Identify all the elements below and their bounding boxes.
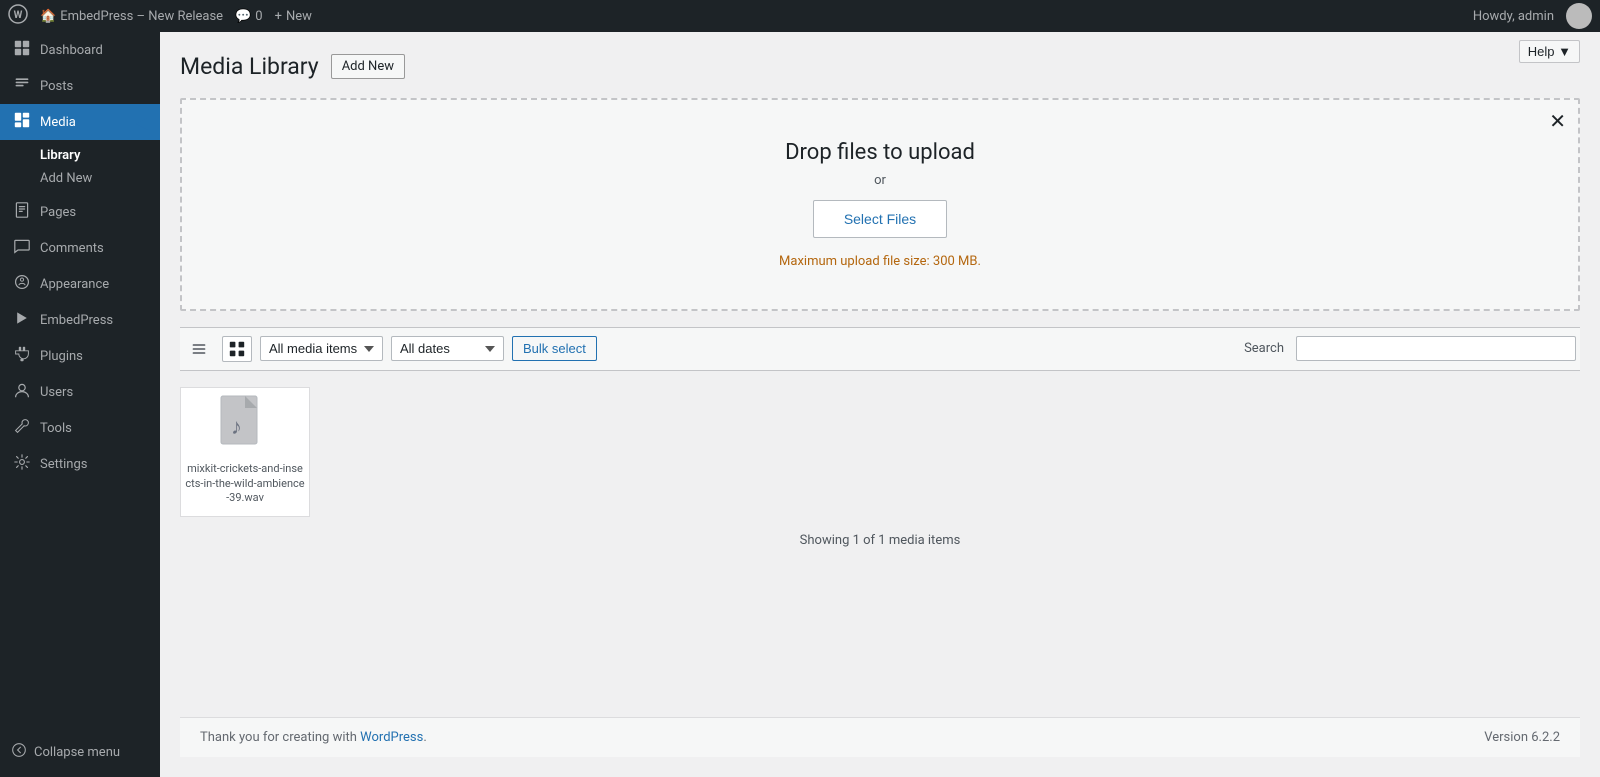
- tools-icon: [12, 418, 32, 438]
- help-button[interactable]: Help ▼: [1519, 40, 1580, 63]
- media-type-filter[interactable]: All media items Images Audio Video Docum…: [260, 336, 383, 361]
- appearance-label: Appearance: [40, 277, 109, 292]
- media-toolbar: All media items Images Audio Video Docum…: [180, 327, 1580, 371]
- help-label: Help ▼: [1528, 44, 1571, 59]
- topbar: W 🏠 EmbedPress – New Release 💬 0 + New H…: [0, 0, 1600, 32]
- select-files-button[interactable]: Select Files: [813, 200, 947, 238]
- comments-icon: 💬: [235, 9, 251, 24]
- svg-text:♪: ♪: [231, 414, 242, 439]
- site-name-text: EmbedPress – New Release: [60, 9, 223, 24]
- upload-max-size: Maximum upload file size: 300 MB.: [202, 254, 1558, 269]
- version-text: Version 6.2.2: [1484, 730, 1560, 745]
- media-icon: [12, 112, 32, 132]
- dashboard-icon: [12, 40, 32, 60]
- sidebar-sub-library[interactable]: Library: [32, 144, 160, 167]
- media-count: Showing 1 of 1 media items: [180, 533, 1580, 548]
- media-grid: ♪ mixkit-crickets-and-insects-in-the-wil…: [180, 387, 1580, 517]
- grid-view-button[interactable]: [222, 336, 252, 362]
- search-label: Search: [1244, 341, 1284, 356]
- media-submenu: Library Add New: [0, 140, 160, 194]
- howdy-text: Howdy, admin: [1473, 9, 1554, 24]
- page-footer: Thank you for creating with WordPress. V…: [180, 717, 1580, 757]
- list-view-button[interactable]: [184, 336, 214, 362]
- sidebar-item-tools[interactable]: Tools: [0, 410, 160, 446]
- plugins-icon: [12, 346, 32, 366]
- media-label: Media: [40, 115, 76, 130]
- upload-close-button[interactable]: ✕: [1549, 112, 1566, 132]
- wp-logo-icon[interactable]: W: [8, 4, 28, 29]
- svg-text:W: W: [14, 10, 23, 21]
- appearance-icon: [12, 274, 32, 294]
- home-icon: 🏠: [40, 9, 56, 24]
- new-link[interactable]: + New: [275, 9, 312, 24]
- footer-text: Thank you for creating with WordPress.: [200, 730, 427, 745]
- media-arrow-icon: ◀: [136, 113, 148, 132]
- audio-file-icon: ♪: [219, 394, 271, 458]
- wordpress-link[interactable]: WordPress: [360, 730, 423, 745]
- sidebar-item-settings[interactable]: Settings: [0, 446, 160, 482]
- pages-label: Pages: [40, 205, 76, 220]
- media-item-filename: mixkit-crickets-and-insects-in-the-wild-…: [181, 458, 309, 509]
- upload-or-text: or: [202, 173, 1558, 188]
- sidebar-item-posts[interactable]: Posts: [0, 68, 160, 104]
- sidebar-sub-add-new[interactable]: Add New: [32, 167, 160, 190]
- sidebar-item-users[interactable]: Users: [0, 374, 160, 410]
- users-icon: [12, 382, 32, 402]
- footer-suffix: .: [423, 730, 426, 745]
- collapse-label: Collapse menu: [34, 745, 120, 760]
- collapse-menu[interactable]: Collapse menu: [0, 735, 160, 769]
- tools-label: Tools: [40, 421, 72, 436]
- date-filter[interactable]: All dates January 2024: [391, 336, 504, 361]
- sidebar-item-embedpress[interactable]: EmbedPress: [0, 302, 160, 338]
- sidebar-item-plugins[interactable]: Plugins: [0, 338, 160, 374]
- page-header: Media Library Add New: [180, 52, 1580, 82]
- posts-label: Posts: [40, 79, 73, 94]
- embedpress-icon: [12, 310, 32, 330]
- add-new-button[interactable]: Add New: [331, 54, 405, 79]
- embedpress-label: EmbedPress: [40, 313, 113, 328]
- dashboard-label: Dashboard: [40, 43, 103, 58]
- search-input[interactable]: [1296, 336, 1576, 361]
- new-label: New: [286, 9, 312, 24]
- comments-link[interactable]: 💬 0: [235, 9, 263, 24]
- upload-title: Drop files to upload: [202, 140, 1558, 165]
- settings-icon: [12, 454, 32, 474]
- plus-icon: +: [275, 9, 282, 24]
- sidebar-item-appearance[interactable]: Appearance: [0, 266, 160, 302]
- sidebar: Dashboard Posts Media ◀ Library Add New …: [0, 32, 160, 777]
- comments-sidebar-icon: [12, 238, 32, 258]
- footer-thank-you: Thank you for creating with: [200, 730, 357, 745]
- main-content: Help ▼ Media Library Add New ✕ Drop file…: [160, 32, 1600, 777]
- plugins-label: Plugins: [40, 349, 83, 364]
- sidebar-item-dashboard[interactable]: Dashboard: [0, 32, 160, 68]
- media-item[interactable]: ♪ mixkit-crickets-and-insects-in-the-wil…: [180, 387, 310, 517]
- sidebar-item-pages[interactable]: Pages: [0, 194, 160, 230]
- upload-area: ✕ Drop files to upload or Select Files M…: [180, 98, 1580, 311]
- page-title: Media Library: [180, 52, 319, 82]
- user-avatar-icon[interactable]: [1566, 3, 1592, 29]
- bulk-select-button[interactable]: Bulk select: [512, 336, 597, 361]
- pages-icon: [12, 202, 32, 222]
- site-link[interactable]: 🏠 EmbedPress – New Release: [40, 9, 223, 24]
- users-label: Users: [40, 385, 73, 400]
- comments-label: Comments: [40, 241, 104, 256]
- settings-label: Settings: [40, 457, 87, 472]
- sidebar-item-media[interactable]: Media ◀: [0, 104, 160, 140]
- collapse-icon: [12, 743, 26, 761]
- sidebar-item-comments[interactable]: Comments: [0, 230, 160, 266]
- posts-icon: [12, 76, 32, 96]
- comments-count: 0: [255, 9, 262, 24]
